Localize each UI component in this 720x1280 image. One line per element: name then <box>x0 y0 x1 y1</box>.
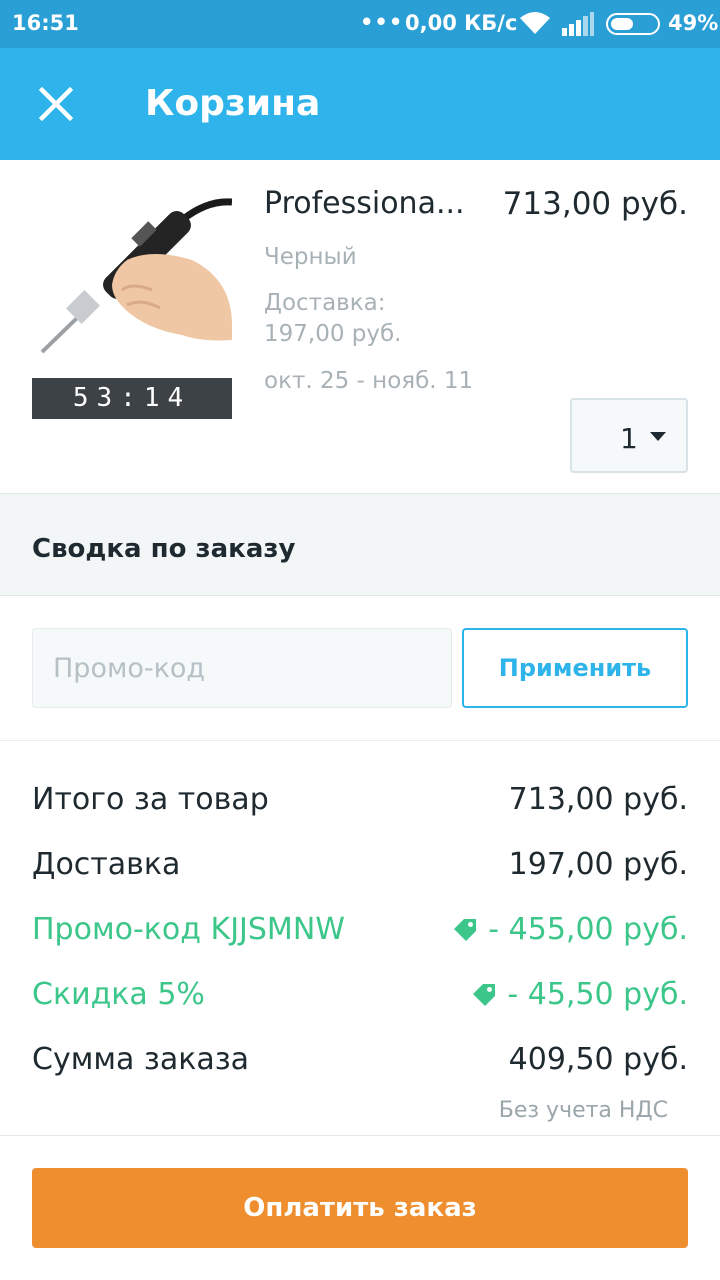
notification-dots: ••• <box>360 10 404 34</box>
percent-discount-label: Скидка 5% <box>32 977 205 1012</box>
battery-level: 49% <box>668 11 719 35</box>
subtotal-label: Итого за товар <box>32 782 269 817</box>
vat-note: Без учета НДС <box>498 1098 668 1123</box>
battery-icon <box>606 13 660 35</box>
shipping-value: 197,00 руб. <box>508 847 688 882</box>
promo-code-input[interactable] <box>32 628 452 708</box>
app-bar: Корзина <box>0 48 720 160</box>
order-summary-title: Сводка по заказу <box>32 534 296 564</box>
page-title: Корзина <box>145 83 321 124</box>
promo-discount-value-wrap: - 455,00 руб. <box>452 912 688 947</box>
product-variant: Черный <box>264 244 357 270</box>
battery-fill <box>611 18 633 30</box>
shipping-label: Доставка <box>32 847 181 882</box>
order-total-label: Сумма заказа <box>32 1042 250 1077</box>
countdown-timer: 53:14 <box>32 378 232 419</box>
subtotal-value: 713,00 руб. <box>508 782 688 817</box>
delivery-label: Доставка: <box>264 290 386 316</box>
subtotal-row: Итого за товар 713,00 руб. <box>32 782 688 826</box>
network-speed: 0,00 КБ/с <box>405 11 518 35</box>
percent-discount-value: - 45,50 руб. <box>507 977 688 1012</box>
product-image[interactable] <box>32 190 233 355</box>
pay-order-button[interactable]: Оплатить заказ <box>32 1168 688 1248</box>
caret-down-icon <box>650 432 666 441</box>
order-summary-header: Сводка по заказу <box>0 494 720 596</box>
promo-code-row: Применить <box>0 597 720 741</box>
delivery-price: 197,00 руб. <box>264 321 402 347</box>
tag-icon <box>454 918 477 941</box>
wifi-icon <box>518 10 552 41</box>
signal-icon <box>562 12 594 41</box>
product-price: 713,00 руб. <box>502 186 688 222</box>
product-name[interactable]: Professiona... <box>264 186 474 221</box>
tag-icon <box>473 983 496 1006</box>
promo-discount-row: Промо-код KJJSMNW - 455,00 руб. <box>32 912 688 956</box>
shipping-row: Доставка 197,00 руб. <box>32 847 688 891</box>
apply-promo-button[interactable]: Применить <box>462 628 688 708</box>
order-total-row: Сумма заказа 409,50 руб. <box>32 1042 688 1086</box>
cart-item: 53:14 Professiona... 713,00 руб. Черный … <box>0 160 720 494</box>
percent-discount-row: Скидка 5% - 45,50 руб. <box>32 977 688 1021</box>
quantity-dropdown[interactable]: 1 <box>570 398 688 473</box>
status-time: 16:51 <box>12 11 79 35</box>
promo-discount-value: - 455,00 руб. <box>488 912 688 947</box>
order-totals: Итого за товар 713,00 руб. Доставка 197,… <box>0 742 720 1136</box>
percent-discount-value-wrap: - 45,50 руб. <box>471 977 688 1012</box>
close-icon <box>38 86 74 122</box>
close-button[interactable] <box>30 78 82 130</box>
quantity-value: 1 <box>620 422 638 455</box>
delivery-dates: окт. 25 - нояб. 11 <box>264 368 474 394</box>
order-total-value: 409,50 руб. <box>508 1042 688 1077</box>
status-bar: 16:51 ••• 0,00 КБ/с 49% <box>0 0 720 48</box>
promo-discount-label: Промо-код KJJSMNW <box>32 912 345 947</box>
